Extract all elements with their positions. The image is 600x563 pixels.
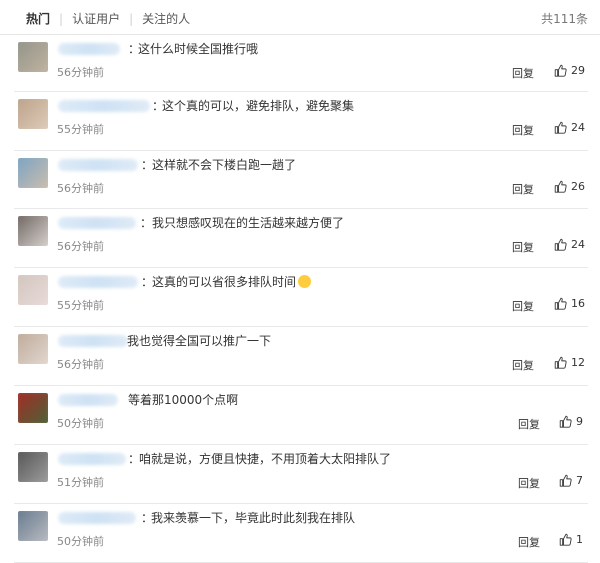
like-count: 24 [571, 121, 585, 134]
reply-button[interactable]: 回复 [518, 475, 540, 491]
comment-time: 56分钟前 [57, 182, 104, 195]
comment-time: 56分钟前 [57, 240, 104, 253]
comment-item: ： 这真的可以省很多排队时间 55分钟前 回复 16 [14, 267, 588, 327]
reply-button[interactable]: 回复 [512, 122, 534, 138]
thumbs-up-icon [559, 533, 576, 546]
avatar[interactable] [18, 216, 48, 246]
like-button[interactable]: 24 [554, 121, 585, 134]
tab-following[interactable]: 关注的人 [142, 10, 190, 27]
avatar[interactable] [18, 511, 48, 541]
comment-time: 55分钟前 [57, 299, 104, 312]
username-blurred[interactable] [58, 394, 118, 406]
comment-item: ： 咱就是说，方便且快捷，不用顶着大太阳排队了 51分钟前 回复 7 [14, 444, 588, 504]
thumbs-up-icon [554, 180, 571, 193]
like-button[interactable]: 7 [559, 474, 583, 487]
reply-button[interactable]: 回复 [512, 65, 534, 81]
like-count: 1 [576, 533, 583, 546]
like-button[interactable]: 9 [559, 415, 583, 428]
comment-time: 56分钟前 [57, 66, 104, 79]
reply-button[interactable]: 回复 [512, 239, 534, 255]
comment-time: 51分钟前 [57, 476, 104, 489]
tab-divider: | [129, 11, 134, 26]
comment-text: 我也觉得全国可以推广一下 [127, 334, 272, 348]
reply-button[interactable]: 回复 [512, 181, 534, 197]
comment-item: ： 这样就不会下楼白跑一趟了 56分钟前 回复 26 [14, 150, 588, 209]
comment-time: 55分钟前 [57, 123, 104, 136]
crying-emoji-icon [298, 275, 312, 288]
comment-item: ： 这个真的可以，避免排队，避免聚集 55分钟前 回复 24 [14, 91, 588, 151]
comment-text: 这真的可以省很多排队时间 [152, 273, 312, 290]
tab-hot[interactable]: 热门 [26, 10, 50, 27]
reply-button[interactable]: 回复 [518, 534, 540, 550]
tab-divider: | [59, 11, 64, 26]
thumbs-up-icon [554, 356, 571, 369]
avatar[interactable] [18, 99, 48, 129]
like-button[interactable]: 16 [554, 297, 585, 310]
avatar[interactable] [18, 158, 48, 188]
username-blurred[interactable] [58, 453, 126, 465]
comment-tabs: 热门 | 认证用户 | 关注的人 [26, 10, 190, 27]
username-blurred[interactable] [58, 43, 120, 55]
comment-text: 等着那10000个点啊 [128, 393, 239, 407]
comment-header: 热门 | 认证用户 | 关注的人 共111条 [0, 0, 600, 35]
comment-text: 这个真的可以，避免排队，避免聚集 [162, 99, 355, 113]
comment-time: 50分钟前 [57, 535, 104, 548]
name-colon: ： [140, 216, 153, 230]
comment-time: 50分钟前 [57, 417, 104, 430]
like-count: 9 [576, 415, 583, 428]
thumbs-up-icon [554, 64, 571, 77]
like-count: 12 [571, 356, 585, 369]
username-blurred[interactable] [58, 276, 138, 288]
username-blurred[interactable] [58, 100, 150, 112]
comment-text: 咱就是说，方便且快捷，不用顶着大太阳排队了 [139, 452, 392, 466]
comment-item: 我也觉得全国可以推广一下 56分钟前 回复 12 [14, 326, 588, 386]
comment-time: 56分钟前 [57, 358, 104, 371]
avatar[interactable] [18, 42, 48, 72]
avatar[interactable] [18, 452, 48, 482]
comment-item: ： 我只想感叹现在的生活越来越方便了 56分钟前 回复 24 [14, 208, 588, 268]
like-button[interactable]: 29 [554, 64, 585, 77]
comment-item: 等着那10000个点啊 50分钟前 回复 9 [14, 385, 588, 445]
thumbs-up-icon [554, 238, 571, 251]
comment-text: 这样就不会下楼白跑一趟了 [152, 158, 297, 172]
like-count: 29 [571, 64, 585, 77]
comment-total-count: 共111条 [541, 12, 588, 26]
like-button[interactable]: 24 [554, 238, 585, 251]
reply-button[interactable]: 回复 [512, 357, 534, 373]
like-count: 7 [576, 474, 583, 487]
like-count: 16 [571, 297, 585, 310]
comment-item: ： 这什么时候全国推行哦 56分钟前 回复 29 [14, 34, 588, 92]
reply-button[interactable]: 回复 [518, 416, 540, 432]
avatar[interactable] [18, 334, 48, 364]
like-button[interactable]: 26 [554, 180, 585, 193]
like-count: 24 [571, 238, 585, 251]
like-button[interactable]: 1 [559, 533, 583, 546]
reply-button[interactable]: 回复 [512, 298, 534, 314]
avatar[interactable] [18, 393, 48, 423]
like-count: 26 [571, 180, 585, 193]
thumbs-up-icon [554, 297, 571, 310]
thumbs-up-icon [559, 415, 576, 428]
like-button[interactable]: 12 [554, 356, 585, 369]
comment-item: ： 我来羡慕一下，毕竟此时此刻我在排队 50分钟前 回复 1 [14, 503, 588, 563]
username-blurred[interactable] [58, 512, 136, 524]
username-blurred[interactable] [58, 159, 138, 171]
thumbs-up-icon [554, 121, 571, 134]
thumbs-up-icon [559, 474, 576, 487]
comment-text: 这什么时候全国推行哦 [138, 42, 259, 56]
avatar[interactable] [18, 275, 48, 305]
username-blurred[interactable] [58, 217, 136, 229]
comment-text: 我只想感叹现在的生活越来越方便了 [152, 216, 345, 230]
username-blurred[interactable] [58, 335, 128, 347]
comment-text: 我来羡慕一下，毕竟此时此刻我在排队 [151, 511, 356, 525]
tab-verified-users[interactable]: 认证用户 [72, 10, 120, 27]
